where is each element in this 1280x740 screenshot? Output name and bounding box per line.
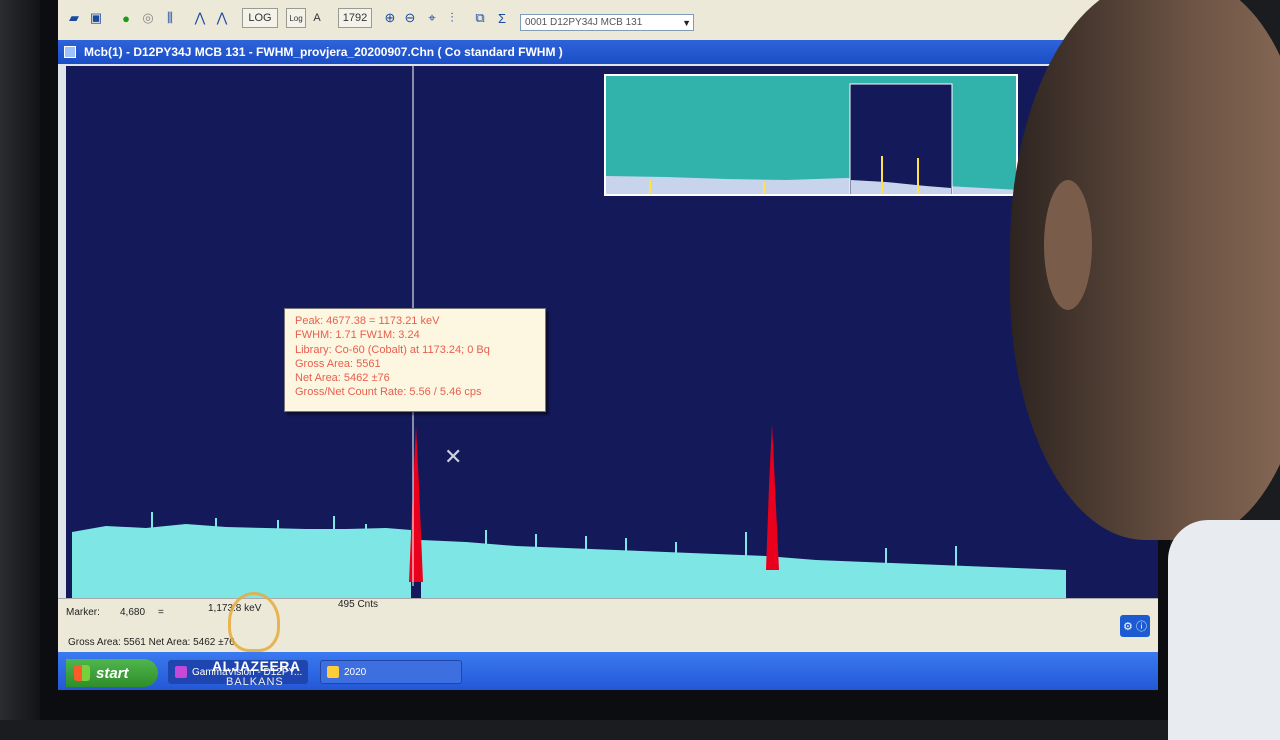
roi-peak-1173[interactable]	[409, 426, 423, 582]
marker-equals: =	[158, 607, 164, 618]
person-shirt	[1168, 520, 1280, 740]
peak-line: Peak: 4677.38 = 1173.21 keV	[295, 315, 440, 327]
lin-log-button[interactable]: Log	[286, 8, 306, 28]
fullview-icon[interactable]: ⫶	[442, 8, 462, 28]
spectrum-baseline-fill	[72, 524, 411, 598]
logo-sub: BALKANS	[226, 676, 284, 688]
monitor-screen: ▰ ▣ ● ◎ ⫼ ⋀ ⋀ LOG Log A 1792 ⊕ ⊖ ⌖ ⫶ ⧉ Σ…	[58, 0, 1158, 690]
start-label: start	[96, 664, 129, 682]
logo-mark-icon	[228, 592, 280, 652]
zoom-in-icon[interactable]: ⊕	[380, 8, 400, 28]
inset-spectrum-fill	[606, 176, 1016, 194]
auto-scale-button[interactable]: A	[308, 8, 326, 28]
zoom-value-field[interactable]: 1792	[338, 8, 372, 28]
window-title: Mcb(1) - D12PY34J MCB 131 - FWHM_provjer…	[84, 45, 563, 59]
library-line: Library: Co-60 (Cobalt) at 1173.24; 0 Bq	[295, 343, 490, 356]
net-area-line: Net Area: 5462 ±76	[295, 372, 390, 385]
roi-icon[interactable]: ⋀	[212, 8, 232, 28]
task-folder-2020[interactable]: 2020	[320, 660, 462, 684]
sum-icon[interactable]: Σ	[492, 8, 512, 28]
spectrum-noise-right	[421, 540, 1066, 598]
zoom-out-icon[interactable]: ⊖	[400, 8, 420, 28]
marker-counts: 495 Cnts	[338, 599, 379, 610]
broadcaster-logo: ALJAZEERA BALKANS	[206, 588, 316, 708]
peak-search-icon[interactable]: ⋀	[190, 8, 210, 28]
person-ear	[1044, 180, 1092, 310]
detector-icon[interactable]: ⧉	[470, 8, 490, 28]
window-icon	[64, 46, 76, 58]
inset-plot	[606, 83, 1016, 196]
mouse-cursor-icon: ✕	[444, 444, 463, 469]
detector-select-value: 0001 D12PY34J MCB 131	[525, 17, 643, 28]
save-icon[interactable]: ▣	[86, 8, 106, 28]
go-icon[interactable]: ●	[116, 8, 136, 28]
full-spectrum-inset[interactable]	[604, 74, 1018, 196]
gammavision-icon	[175, 666, 187, 678]
stop-icon[interactable]: ◎	[138, 8, 158, 28]
toolbar: ▰ ▣ ● ◎ ⫼ ⋀ ⋀ LOG Log A 1792 ⊕ ⊖ ⌖ ⫶ ⧉ Σ…	[58, 0, 1158, 41]
clear-icon[interactable]: ⫼	[160, 8, 180, 28]
open-folder-icon[interactable]: ▰	[64, 8, 84, 28]
windows-flag-icon	[74, 665, 90, 681]
roi-peak-1332[interactable]	[766, 424, 779, 570]
marker-channel: 4,680	[120, 607, 146, 618]
center-icon[interactable]: ⌖	[422, 8, 442, 28]
task-folder-label: 2020	[344, 666, 367, 678]
gross-area-line: Gross Area: 5561	[295, 357, 381, 370]
log-button[interactable]: LOG	[242, 8, 278, 28]
person-foreground	[1000, 0, 1280, 740]
count-rate-line: Gross/Net Count Rate: 5.56 / 5.46 cps	[295, 386, 482, 399]
chevron-down-icon[interactable]: ▼	[682, 16, 691, 31]
start-button[interactable]: start	[66, 659, 158, 687]
detector-select[interactable]: 0001 D12PY34J MCB 131 ▼	[520, 14, 694, 31]
marker-label: Marker:	[66, 607, 100, 618]
fwhm-line: FWHM: 1.71 FW1M: 3.24	[295, 329, 420, 342]
folder-icon	[327, 666, 339, 678]
window-titlebar[interactable]: Mcb(1) - D12PY34J MCB 131 - FWHM_provjer…	[58, 40, 1158, 64]
inset-zoom-window[interactable]	[849, 83, 953, 196]
logo-name: ALJAZEERA	[212, 658, 301, 674]
peak-info-tooltip: Peak: 4677.38 = 1173.21 keV FWHM: 1.71 F…	[284, 308, 546, 412]
room-background	[0, 0, 40, 720]
spectrum-display[interactable]: Peak: 4677.38 = 1173.21 keV FWHM: 1.71 F…	[66, 66, 1158, 598]
